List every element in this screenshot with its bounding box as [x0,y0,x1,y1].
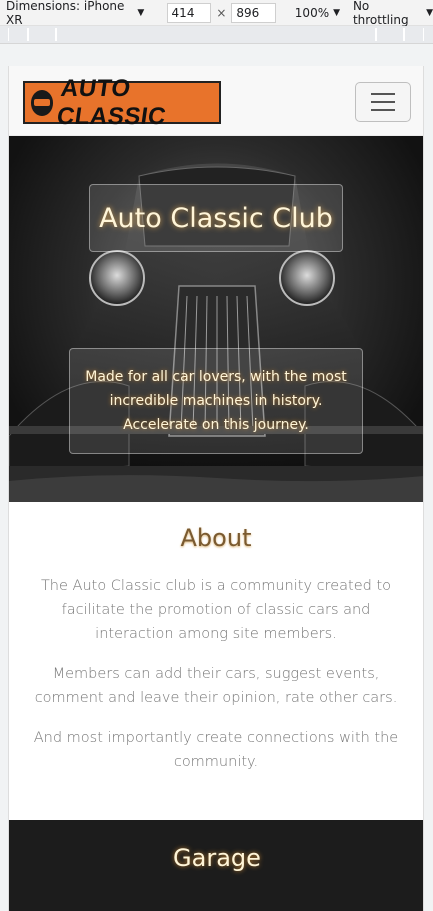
hero-section: Auto Classic Club Made for all car lover… [9,136,423,502]
about-paragraph: The Auto Classic club is a community cre… [40,578,392,642]
hero-subtitle: Made for all car lovers, with the most i… [69,348,363,454]
device-label: Dimensions: iPhone XR [6,0,125,27]
media-query-ruler[interactable] [0,26,433,44]
hamburger-icon [371,93,395,95]
site-logo[interactable]: AUTO CLASSIC [23,75,221,130]
logo-text: AUTO CLASSIC [55,74,169,130]
ruler-segment[interactable] [8,28,28,41]
chevron-down-icon: ▼ [426,7,433,18]
ruler-segment[interactable] [376,28,404,41]
width-input[interactable]: 414 [166,2,212,23]
times-icon: × [216,5,227,20]
throttling-selector[interactable]: No throttling ▼ [353,0,433,27]
hero-title: Auto Classic Club [89,184,343,252]
chevron-down-icon: ▼ [137,7,145,18]
about-heading: About [180,524,252,552]
hamburger-line [371,101,395,103]
about-paragraph: Members can add their cars, suggest even… [34,666,398,706]
device-selector[interactable]: Dimensions: iPhone XR ▼ [6,0,144,27]
chevron-down-icon: ▼ [333,7,341,18]
height-input[interactable]: 896 [231,2,277,23]
hamburger-line [371,109,395,111]
ruler-segment[interactable] [56,28,376,41]
devtools-toolbar: Dimensions: iPhone XR ▼ 414 × 896 100% ▼… [0,0,433,27]
garage-section: Garage [9,820,423,911]
navbar-toggle-button[interactable] [355,82,411,122]
ruler-segment[interactable] [28,28,56,41]
navbar: AUTO CLASSIC [9,66,423,136]
device-viewport: AUTO CLASSIC Auto Classic Club Made for … [8,66,424,911]
throttling-label: No throttling [352,0,409,27]
logo-car-icon [31,89,54,116]
about-paragraph: And most importantly create connections … [33,730,399,770]
ruler-segment[interactable] [404,28,424,41]
garage-heading: Garage [173,844,261,872]
about-section: About The Auto Classic club is a communi… [9,502,423,774]
zoom-label: 100% [294,5,330,20]
zoom-selector[interactable]: 100% ▼ [295,6,340,20]
